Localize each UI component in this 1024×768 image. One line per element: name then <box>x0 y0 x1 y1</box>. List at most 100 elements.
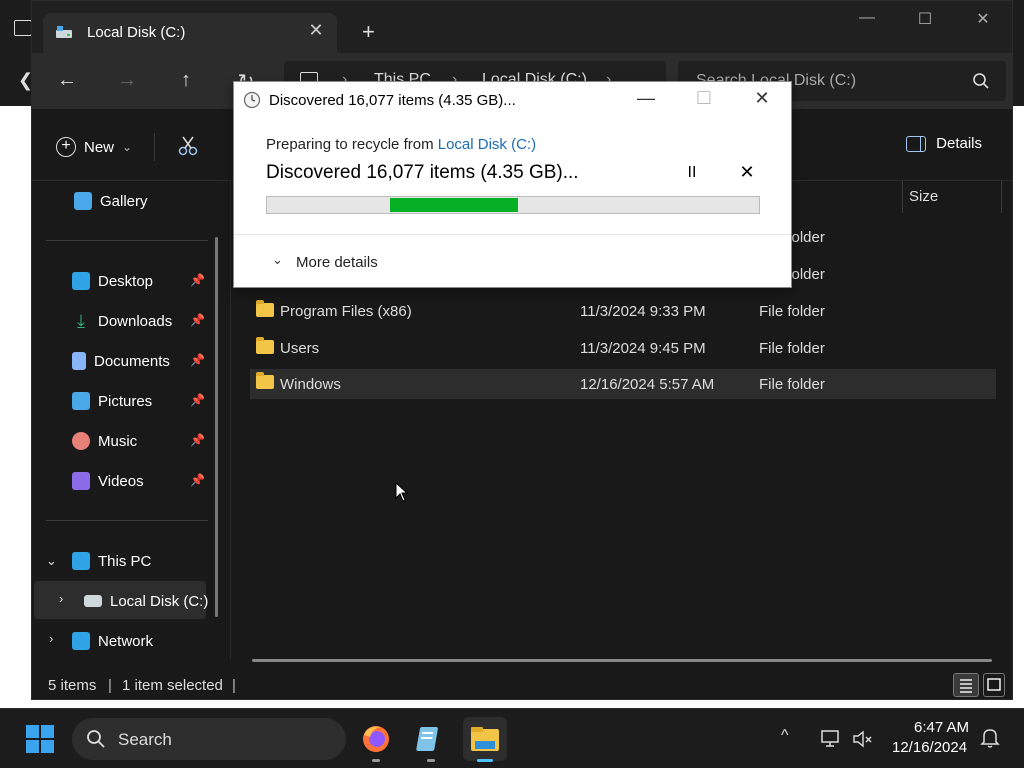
expand-chevron-icon[interactable]: ⌄ <box>46 553 57 569</box>
new-label: New <box>84 138 115 156</box>
file-type: File folder <box>759 340 825 357</box>
sidebar-item-this-pc[interactable]: This PC <box>72 547 212 575</box>
cancel-operation-button[interactable]: ✕ <box>737 162 757 183</box>
tab-title: Local Disk (C:) <box>87 24 186 41</box>
file-explorer-icon[interactable] <box>463 717 507 761</box>
sidebar-item-label: Documents <box>94 352 170 370</box>
clock-time[interactable]: 6:47 AM <box>914 719 969 736</box>
minimize-button[interactable]: — <box>847 9 887 33</box>
new-tab-button[interactable]: + <box>362 19 375 45</box>
firefox-icon[interactable] <box>354 717 398 761</box>
sidebar-item-label: Local Disk (C:) <box>110 592 209 610</box>
taskbar-search-box[interactable]: Search <box>72 718 346 760</box>
desktop-icon <box>72 272 90 290</box>
clock-date[interactable]: 12/16/2024 <box>892 739 967 756</box>
sidebar-item-label: Videos <box>98 472 144 490</box>
pin-icon[interactable]: 📌 <box>190 313 205 327</box>
sidebar-item-label: This PC <box>98 552 152 570</box>
status-separator: | <box>108 677 112 694</box>
dialog-maximize-button: ☐ <box>695 88 713 108</box>
pin-icon[interactable]: 📌 <box>190 353 205 367</box>
sidebar-border <box>230 181 231 659</box>
file-name: Windows <box>280 376 341 393</box>
file-date: 12/16/2024 5:57 AM <box>580 376 715 393</box>
item-count: 5 items <box>48 677 97 694</box>
gallery-icon <box>74 192 92 210</box>
tiles-view-icon[interactable] <box>983 673 1005 697</box>
video-icon <box>72 472 90 490</box>
notification-bell-icon[interactable] <box>980 727 1000 749</box>
toolbar-divider <box>154 133 155 161</box>
details-button[interactable]: Details <box>906 135 982 152</box>
pin-icon[interactable]: 📌 <box>190 473 205 487</box>
file-type: File folder <box>759 376 825 393</box>
mouse-cursor-icon <box>395 482 409 502</box>
chevron-right-icon[interactable]: › <box>59 591 63 606</box>
sidebar-item-label: Music <box>98 432 138 450</box>
cut-icon[interactable] <box>177 135 199 157</box>
back-arrow-icon[interactable]: ← <box>52 69 82 92</box>
details-pane-icon <box>906 135 927 152</box>
folder-icon <box>256 337 274 354</box>
taskbar: Search ^ 6:47 AM 12/16/2024 <box>0 708 1024 768</box>
dialog-minimize-button[interactable]: — <box>626 88 666 112</box>
sidebar-item-label: Gallery <box>100 192 148 210</box>
forward-arrow-icon[interactable]: → <box>112 69 142 92</box>
new-button[interactable]: + New ⌄ <box>56 135 132 159</box>
pause-button[interactable]: II <box>682 164 702 182</box>
sidebar-item-gallery[interactable]: Gallery <box>74 187 214 215</box>
show-hidden-icons-chevron-icon[interactable]: ^ <box>781 727 789 745</box>
file-type: File folder <box>759 303 825 320</box>
pin-icon[interactable]: 📌 <box>190 433 205 447</box>
column-header-label: Size <box>909 188 939 205</box>
details-view-icon[interactable] <box>953 673 979 697</box>
app-running-indicator <box>372 759 380 762</box>
dialog-title-bar: Discovered 16,077 items (4.35 GB)... — ☐… <box>234 82 791 118</box>
pin-icon[interactable]: 📌 <box>190 393 205 407</box>
tab-local-disk[interactable]: Local Disk (C:) ✕ <box>43 13 337 53</box>
dialog-subtitle-text: Preparing to recycle from <box>266 136 438 153</box>
details-label: Details <box>936 135 982 152</box>
sidebar-divider <box>46 240 208 241</box>
source-location-link[interactable]: Local Disk (C:) <box>438 136 536 153</box>
more-details-button[interactable]: More details <box>296 254 378 271</box>
dialog-divider <box>234 234 791 235</box>
app-running-indicator <box>427 759 435 762</box>
up-arrow-icon[interactable]: ↑ <box>171 69 201 92</box>
file-name: Program Files (x86) <box>280 303 412 320</box>
network-status-icon[interactable] <box>820 729 842 749</box>
document-icon <box>72 352 86 370</box>
pin-icon[interactable]: 📌 <box>190 273 205 287</box>
tab-close-icon[interactable]: ✕ <box>305 20 327 41</box>
maximize-button[interactable]: ☐ <box>905 9 945 33</box>
sidebar-scrollbar[interactable] <box>215 237 218 617</box>
sidebar-item-network[interactable]: Network <box>72 627 212 655</box>
table-row[interactable]: Program Files (x86) 11/3/2024 9:33 PM Fi… <box>250 297 996 327</box>
file-date: 11/3/2024 9:45 PM <box>580 340 706 357</box>
windows-start-icon[interactable] <box>26 725 54 753</box>
volume-muted-icon[interactable] <box>852 729 874 749</box>
chevron-right-icon[interactable]: › <box>49 631 53 646</box>
dialog-close-button[interactable]: ✕ <box>742 88 782 112</box>
app-active-indicator <box>477 759 493 762</box>
sidebar-item-label: Pictures <box>98 392 153 410</box>
title-bar: Local Disk (C:) ✕ + — ☐ ✕ <box>32 1 1012 61</box>
chevron-down-icon[interactable]: ⌄ <box>272 252 283 268</box>
close-button[interactable]: ✕ <box>963 9 1003 33</box>
table-row[interactable]: Users 11/3/2024 9:45 PM File folder <box>250 334 996 364</box>
column-header-size[interactable]: Size <box>902 181 1002 213</box>
horizontal-scrollbar[interactable] <box>252 659 992 662</box>
plus-circle-icon: + <box>56 137 76 157</box>
download-icon: ⤓ <box>77 311 85 331</box>
table-row-selected[interactable]: Windows 12/16/2024 5:57 AM File folder <box>250 369 996 399</box>
sidebar-item-label: Downloads <box>98 312 173 330</box>
drive-icon <box>56 26 72 38</box>
drive-icon <box>84 595 102 607</box>
notepad-icon[interactable] <box>409 717 453 761</box>
status-separator: | <box>232 677 236 694</box>
sidebar-item-label: Network <box>98 632 154 650</box>
taskbar-search-label: Search <box>118 730 172 749</box>
search-icon <box>87 730 105 748</box>
sidebar-item-local-disk[interactable]: Local Disk (C:) <box>84 587 224 615</box>
picture-icon <box>72 392 90 410</box>
